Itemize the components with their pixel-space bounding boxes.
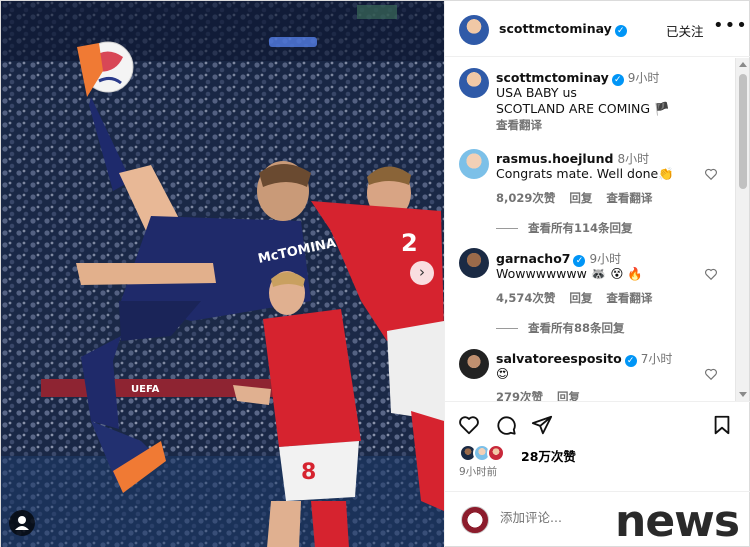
comment-text: 😍 (496, 366, 510, 381)
post-header: scottmctominay ✓ 已关注 ••• (445, 1, 750, 57)
scrollbar-thumb[interactable] (739, 74, 747, 189)
reply-button[interactable]: 回复 (569, 191, 592, 205)
caption-time: 9小时 (627, 71, 660, 85)
reply-button[interactable]: 回复 (569, 291, 592, 305)
heart-icon[interactable] (704, 367, 718, 381)
translate-link[interactable]: 查看翻译 (606, 291, 652, 305)
like-heart-icon[interactable] (458, 414, 480, 436)
post-photo[interactable]: UEFA McTOMINAY 2 8 › (1, 1, 444, 547)
comment-header: salvatoreesposito ✓ 7小时 (496, 350, 672, 367)
caption-header: scottmctominay ✓ 9小时 (496, 69, 659, 86)
bookmark-icon[interactable] (711, 414, 733, 436)
comment-avatar[interactable] (459, 248, 489, 278)
jersey-number-8: 8 (301, 460, 316, 485)
view-replies-button[interactable]: 查看所有114条回复 (496, 220, 633, 236)
translate-link[interactable]: 查看翻译 (606, 191, 652, 205)
verified-icon: ✓ (614, 25, 627, 37)
share-icon[interactable] (531, 414, 553, 436)
likes-count[interactable]: 28万次赞 (521, 446, 576, 465)
comment-icon[interactable] (495, 414, 517, 436)
comment-header: garnacho7 ✓ 9小时 (496, 250, 621, 267)
caption-avatar[interactable] (459, 68, 489, 98)
comment-time: 7小时 (640, 352, 673, 366)
comment-meta: 279次赞 回复 (496, 389, 594, 401)
comment-avatar[interactable] (459, 349, 489, 379)
post-actions: 28万次赞 9小时前 (445, 401, 750, 491)
comment-avatar[interactable] (459, 149, 489, 179)
comments-list[interactable]: scottmctominay ✓ 9小时 USA BABY us SCOTLAND … (445, 58, 735, 401)
author-username[interactable]: scottmctominay ✓ (499, 21, 627, 37)
comments-scrollbar[interactable] (735, 58, 749, 401)
post-side-panel: scottmctominay ✓ 已关注 ••• scottmctominay ✓ 9… (444, 1, 750, 547)
comment-meta: 4,574次赞 回复 查看翻译 (496, 290, 666, 306)
liker-avatar[interactable] (487, 444, 505, 462)
comment-username[interactable]: salvatoreesposito (496, 351, 622, 366)
comment-meta: 8,029次赞 回复 查看翻译 (496, 190, 666, 206)
photo-illustration: UEFA McTOMINAY 2 8 (1, 1, 444, 547)
heart-icon[interactable] (704, 267, 718, 281)
scroll-down-arrow-icon[interactable] (739, 392, 747, 397)
news-watermark: news (615, 496, 740, 547)
comment-likes[interactable]: 279次赞 (496, 390, 543, 401)
comment-username[interactable]: rasmus.hoejlund (496, 151, 613, 166)
comment-time: 9小时 (589, 252, 622, 266)
view-replies-button[interactable]: 查看所有88条回复 (496, 320, 625, 336)
user-tag-icon[interactable] (9, 510, 35, 536)
heart-icon[interactable] (704, 167, 718, 181)
current-user-avatar (461, 506, 489, 534)
comment-likes[interactable]: 4,574次赞 (496, 291, 555, 305)
comment-likes[interactable]: 8,029次赞 (496, 191, 555, 205)
scroll-up-arrow-icon[interactable] (739, 62, 747, 67)
caption-line-2: SCOTLAND ARE COMING 🏴 (496, 101, 670, 116)
reply-button[interactable]: 回复 (557, 390, 580, 401)
instagram-post-window: UEFA McTOMINAY 2 8 › scottmctominay ✓ 已关… (0, 0, 750, 547)
caption-translate-link[interactable]: 查看翻译 (496, 117, 542, 133)
verified-icon: ✓ (624, 355, 637, 367)
user-tag-glyph (15, 516, 29, 530)
ad-board-text: UEFA (131, 384, 160, 395)
more-options-icon[interactable]: ••• (713, 15, 748, 36)
jersey-number-2: 2 (401, 229, 418, 257)
comment-header: rasmus.hoejlund 8小时 (496, 150, 649, 167)
caption-line-1: USA BABY us (496, 85, 577, 100)
comment-username[interactable]: garnacho7 (496, 251, 570, 266)
comment-text: Congrats mate. Well done👏 (496, 166, 674, 181)
comment-text: Wowwwwwww 🦝 😵 🔥 (496, 266, 643, 281)
caption-username[interactable]: scottmctominay (496, 70, 609, 85)
next-photo-button[interactable]: › (410, 261, 434, 285)
post-timestamp: 9小时前 (459, 466, 498, 478)
following-button[interactable]: 已关注 (666, 21, 704, 40)
author-username-text[interactable]: scottmctominay (499, 21, 612, 36)
verified-icon: ✓ (611, 74, 624, 86)
comment-time: 8小时 (617, 152, 650, 166)
author-avatar[interactable] (459, 15, 489, 45)
chevron-right-icon: › (419, 263, 425, 281)
